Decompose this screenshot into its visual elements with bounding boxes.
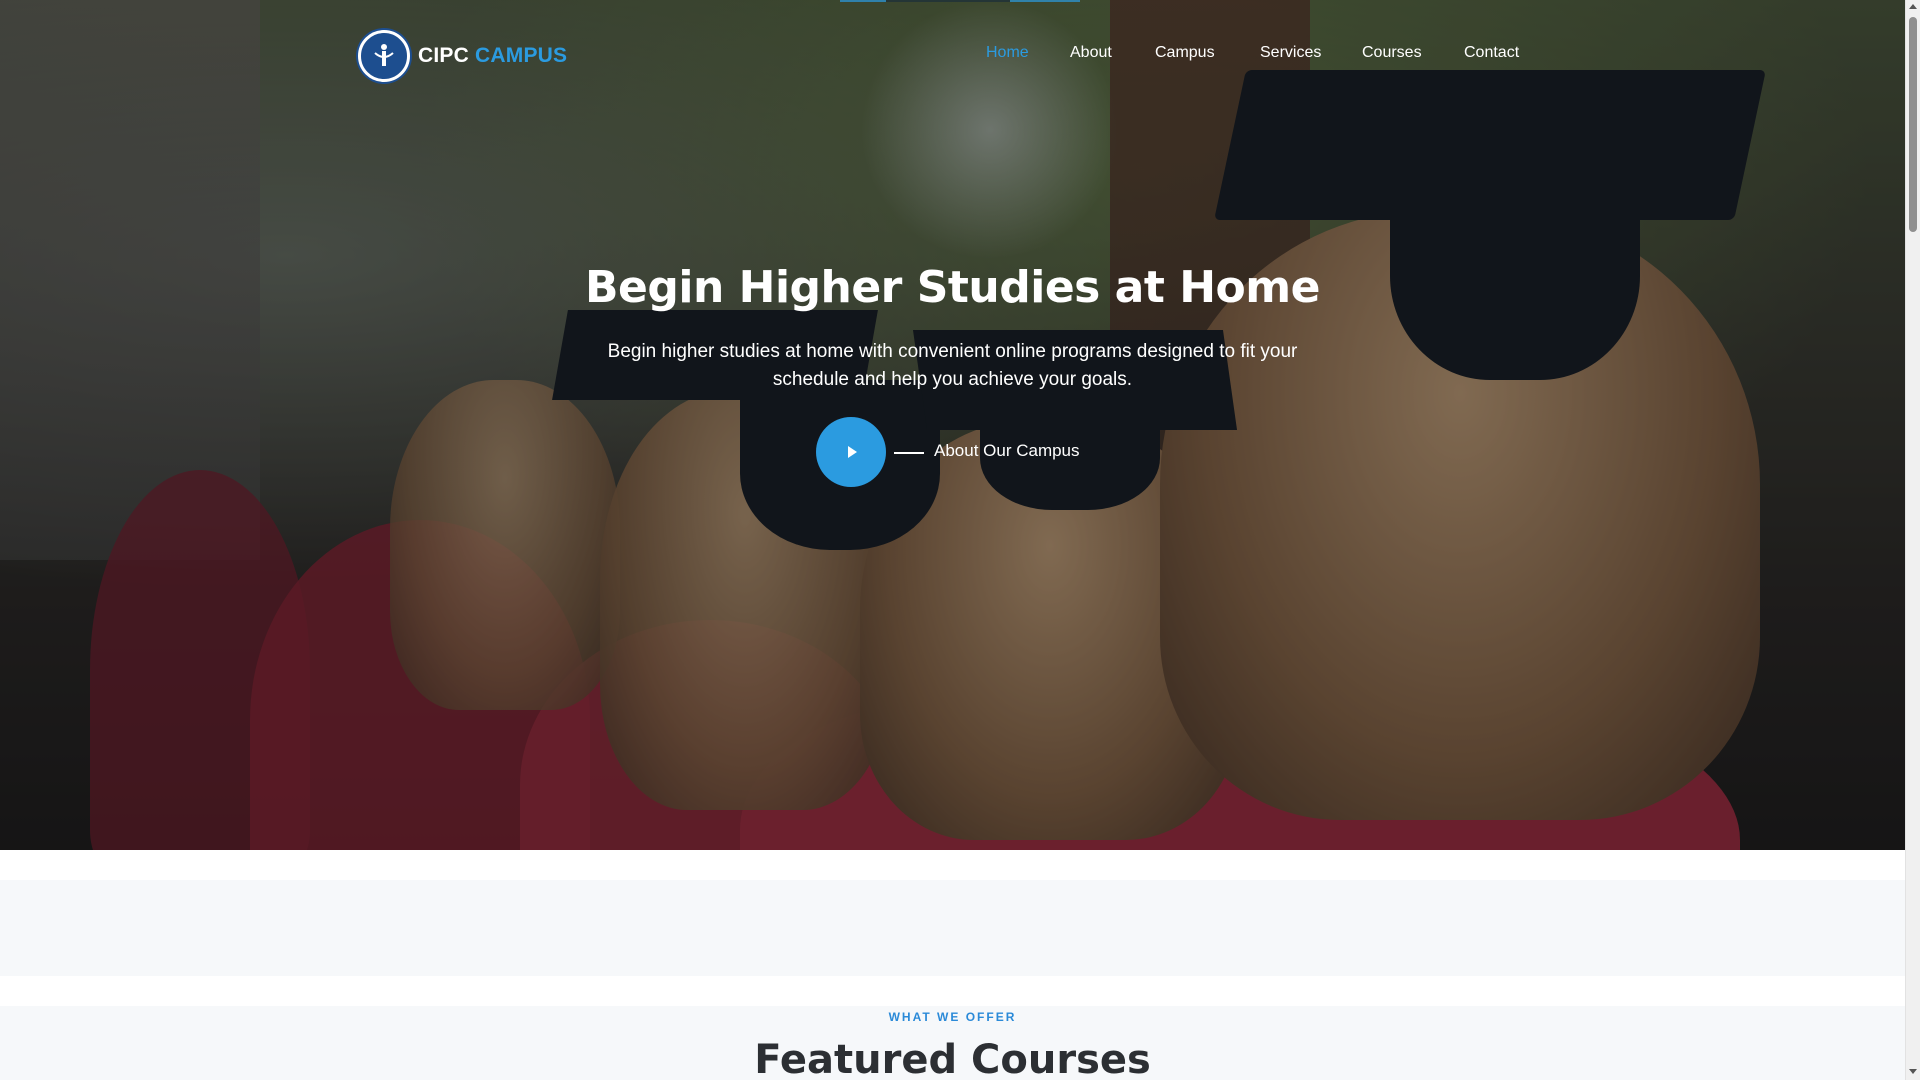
scroll-down-arrow-icon[interactable]: [1909, 1069, 1917, 1074]
play-video-button[interactable]: [816, 417, 886, 487]
page-scrollbar[interactable]: [1905, 0, 1920, 1080]
nav-home[interactable]: Home: [986, 44, 1029, 62]
nav-campus[interactable]: Campus: [1155, 44, 1215, 62]
scroll-up-arrow-icon[interactable]: [1909, 4, 1917, 9]
section-eyebrow: WHAT WE OFFER: [888, 1010, 1017, 1024]
cta-divider-line: [894, 452, 924, 454]
nav-contact[interactable]: Contact: [1464, 44, 1519, 62]
section-title: Featured Courses: [754, 1037, 1151, 1080]
play-icon: [848, 446, 857, 458]
scroll-thumb[interactable]: [1909, 17, 1917, 232]
hero-section: [0, 0, 1905, 850]
about-campus-link[interactable]: About Our Campus: [934, 441, 1080, 461]
hero-overlay: [0, 0, 1905, 850]
hero-subtitle: Begin higher studies at home with conven…: [607, 341, 1298, 390]
nav-about[interactable]: About: [1070, 44, 1112, 62]
hero-title: Begin Higher Studies at Home: [585, 262, 1320, 313]
nav-courses[interactable]: Courses: [1362, 44, 1422, 62]
main-nav: Home About Campus Services Courses Conta…: [0, 44, 1905, 68]
top-progress-bar: [840, 0, 1080, 2]
empty-section: [0, 880, 1905, 976]
nav-services[interactable]: Services: [1260, 44, 1321, 62]
